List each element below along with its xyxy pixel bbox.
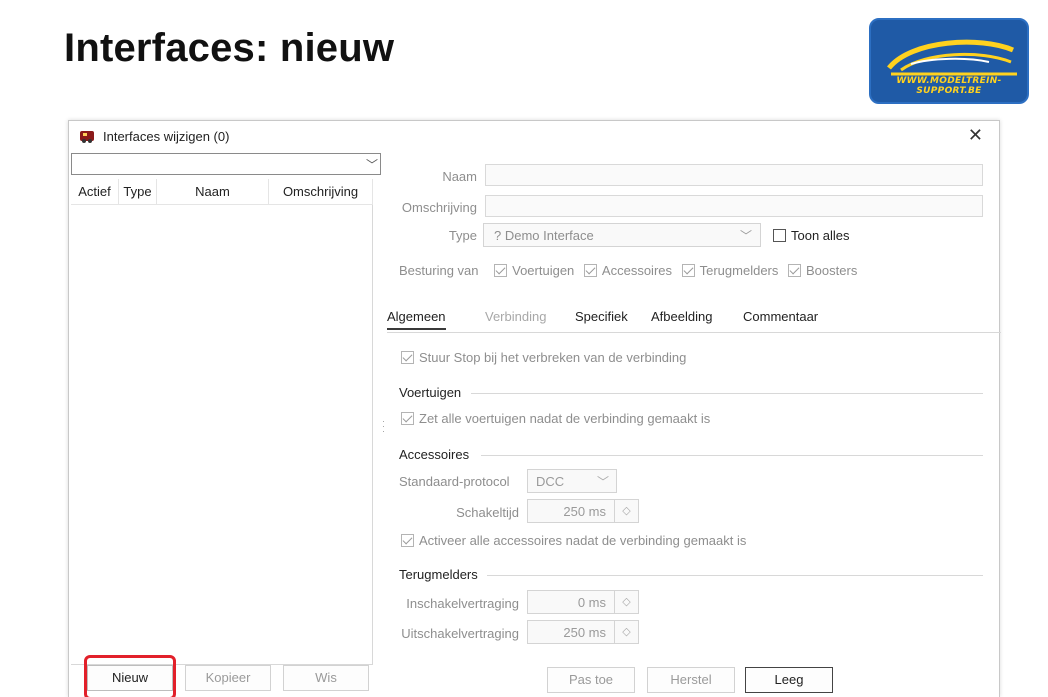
modeltrein-support-logo: WWW.MODELTREIN-SUPPORT.BE — [869, 18, 1029, 104]
control-vehicles-checkbox[interactable]: Voertuigen — [494, 263, 574, 278]
switch-time-value: 250 ms — [563, 504, 606, 519]
spin-updown-icon[interactable]: ◇ — [614, 591, 638, 613]
accessories-section-label: Accessoires — [399, 447, 470, 462]
show-all-label: Toon alles — [791, 228, 850, 243]
on-delay-spinner[interactable]: 0 ms ◇ — [527, 590, 639, 614]
name-label: Naam — [442, 169, 477, 184]
type-value: ? Demo Interface — [494, 228, 594, 243]
control-label: Besturing van — [399, 263, 479, 278]
dialog-titlebar: Interfaces wijzigen (0) — [69, 121, 999, 151]
section-divider — [487, 575, 983, 576]
section-divider — [481, 455, 983, 456]
new-button-highlight — [84, 655, 176, 697]
spin-updown-icon[interactable]: ◇ — [614, 500, 638, 522]
protocol-combo[interactable]: DCC ﹀ — [527, 469, 617, 493]
interface-list-pane: ﹀ Actief Type Naam Omschrijving — [71, 153, 381, 697]
on-delay-value: 0 ms — [577, 595, 606, 610]
stop-on-disconnect-checkbox[interactable]: Stuur Stop bij het verbreken van de verb… — [401, 350, 686, 365]
slide-title: Interfaces: nieuw — [64, 26, 395, 70]
clear-button[interactable]: Leeg — [745, 667, 833, 693]
type-label: Type — [448, 228, 477, 243]
control-options: Besturing van Voertuigen Accessoires Ter… — [399, 263, 863, 278]
interface-list[interactable] — [71, 179, 373, 665]
column-header-name[interactable]: Naam — [157, 179, 269, 204]
type-combo[interactable]: ? Demo Interface ﹀ — [483, 223, 761, 247]
chevron-down-icon: ﹀ — [365, 158, 378, 172]
off-delay-label: Uitschakelvertraging — [401, 626, 519, 641]
control-boosters-checkbox[interactable]: Boosters — [788, 263, 857, 278]
column-header-active[interactable]: Actief — [71, 179, 119, 204]
name-field[interactable] — [485, 164, 983, 186]
tab-specific[interactable]: Specifiek — [575, 309, 628, 324]
tab-image[interactable]: Afbeelding — [651, 309, 712, 324]
feedback-section-label: Terugmelders — [399, 567, 478, 582]
interfaces-dialog: Interfaces wijzigen (0) ✕ ﹀ Actief Type … — [68, 120, 1001, 697]
off-delay-value: 250 ms — [563, 625, 606, 640]
control-accessories-checkbox[interactable]: Accessoires — [583, 263, 672, 278]
off-delay-spinner[interactable]: 250 ms ◇ — [527, 620, 639, 644]
switch-time-spinner[interactable]: 250 ms ◇ — [527, 499, 639, 523]
section-divider — [471, 393, 983, 394]
spin-updown-icon[interactable]: ◇ — [614, 621, 638, 643]
list-header: Actief Type Naam Omschrijving — [71, 179, 373, 205]
column-header-description[interactable]: Omschrijving — [269, 179, 373, 204]
description-label: Omschrijving — [401, 200, 477, 215]
filter-combo[interactable]: ﹀ — [71, 153, 381, 175]
show-all-checkbox[interactable]: Toon alles — [773, 228, 850, 243]
vehicles-section-label: Voertuigen — [399, 385, 462, 400]
apply-button[interactable]: Pas toe — [547, 667, 635, 693]
splitter-handle[interactable]: · · · — [382, 417, 385, 436]
restore-button[interactable]: Herstel — [647, 667, 735, 693]
dialog-title: Interfaces wijzigen (0) — [103, 128, 230, 144]
on-delay-label: Inschakelvertraging — [406, 596, 519, 611]
control-feedback-checkbox[interactable]: Terugmelders — [681, 263, 778, 278]
chevron-down-icon: ﹀ — [596, 475, 609, 489]
show-all-checkbox-box[interactable] — [773, 229, 786, 242]
copy-button[interactable]: Kopieer — [185, 665, 271, 691]
delete-button[interactable]: Wis — [283, 665, 369, 691]
app-icon — [79, 128, 95, 144]
protocol-value: DCC — [536, 474, 565, 489]
protocol-label: Standaard-protocol — [399, 474, 510, 489]
set-vehicles-checkbox[interactable]: Zet alle voertuigen nadat de verbinding … — [401, 411, 710, 426]
activate-accessories-checkbox[interactable]: Activeer alle accessoires nadat de verbi… — [401, 533, 746, 548]
chevron-down-icon: ﹀ — [739, 229, 752, 243]
tab-connection[interactable]: Verbinding — [485, 309, 546, 324]
logo-text: WWW.MODELTREIN-SUPPORT.BE — [896, 76, 1002, 96]
description-field[interactable] — [485, 195, 983, 217]
column-header-type[interactable]: Type — [119, 179, 157, 204]
tab-general[interactable]: Algemeen — [387, 309, 446, 330]
close-icon[interactable]: ✕ — [968, 125, 983, 146]
tab-bar: Algemeen Verbinding Specifiek Afbeelding… — [387, 307, 1001, 333]
tab-comment[interactable]: Commentaar — [743, 309, 818, 324]
switch-time-label: Schakeltijd — [456, 505, 519, 520]
